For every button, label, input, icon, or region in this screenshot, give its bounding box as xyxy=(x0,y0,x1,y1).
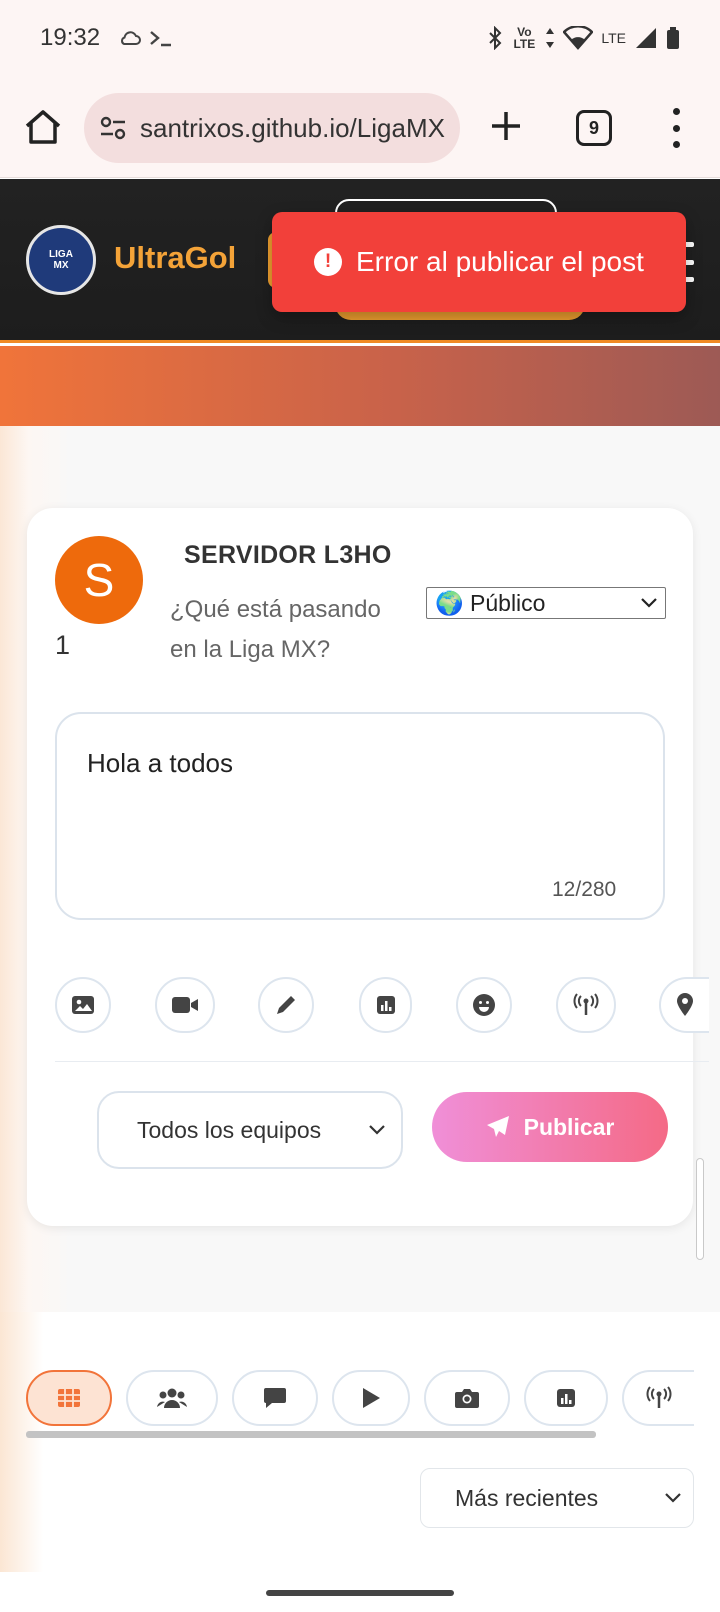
privacy-value: 🌍 Público xyxy=(435,589,546,616)
brand-title[interactable]: UltraGol xyxy=(114,240,236,276)
post-text[interactable]: Hola a todos xyxy=(87,748,233,778)
username: SERVIDOR L3HO xyxy=(184,541,392,569)
add-video-button[interactable] xyxy=(155,977,215,1033)
browser-menu-button[interactable] xyxy=(664,108,688,148)
filter-all-chip[interactable] xyxy=(26,1370,112,1426)
publish-label: Publicar xyxy=(523,1113,615,1140)
feed-background xyxy=(0,1312,720,1572)
send-icon xyxy=(486,1116,509,1137)
users-icon xyxy=(157,1388,187,1408)
team-select[interactable]: Todos los equipos xyxy=(97,1091,403,1169)
filter-community-chip[interactable] xyxy=(126,1370,218,1426)
comment-icon xyxy=(264,1388,286,1408)
add-poll-button[interactable] xyxy=(359,977,412,1033)
add-emoji-button[interactable] xyxy=(456,977,512,1033)
url-bar[interactable]: santrixos.github.io/LigaMX xyxy=(84,93,460,163)
broadcast-icon xyxy=(646,1386,672,1408)
new-tab-icon[interactable] xyxy=(488,108,524,144)
camera-icon xyxy=(455,1389,479,1408)
video-icon xyxy=(172,997,198,1013)
char-counter: 12/280 xyxy=(552,878,617,901)
chevron-down-icon xyxy=(665,1493,681,1503)
add-location-button[interactable] xyxy=(659,977,709,1033)
filter-comments-chip[interactable] xyxy=(232,1370,318,1426)
chevron-down-icon xyxy=(369,1125,385,1135)
bluetooth-icon xyxy=(489,26,502,50)
composer-prompt: ¿Qué está pasando en la Liga MX? xyxy=(170,596,381,663)
data-arrows-icon xyxy=(546,28,555,48)
chevron-down-icon xyxy=(641,598,657,608)
grid-icon xyxy=(58,1389,80,1407)
live-button[interactable] xyxy=(556,977,616,1033)
add-image-button[interactable] xyxy=(55,977,111,1033)
sort-value: Más recientes xyxy=(455,1484,599,1511)
tab-count: 9 xyxy=(588,117,599,138)
scrollbar-thumb[interactable] xyxy=(696,1158,704,1260)
status-left-icons xyxy=(118,24,174,50)
team-select-value: Todos los equipos xyxy=(137,1116,322,1143)
gesture-home-indicator[interactable] xyxy=(266,1590,454,1596)
chips-scrollbar[interactable] xyxy=(26,1431,596,1438)
privacy-select[interactable]: 🌍 Público xyxy=(426,587,666,619)
pen-icon xyxy=(277,996,295,1014)
status-right-icons: Vo LTE LTE xyxy=(487,26,680,50)
play-icon xyxy=(363,1388,380,1408)
filter-live-chip[interactable] xyxy=(622,1370,694,1426)
draw-button[interactable] xyxy=(258,977,314,1033)
chart-icon xyxy=(557,1389,575,1407)
lte-label: LTE xyxy=(601,30,626,46)
site-settings-icon[interactable] xyxy=(98,113,128,143)
avatar-count: 1 xyxy=(55,630,71,660)
url-text[interactable]: santrixos.github.io/LigaMX xyxy=(140,113,445,144)
filter-polls-chip[interactable] xyxy=(524,1370,608,1426)
tab-switcher-button[interactable]: 9 xyxy=(576,110,612,146)
battery-icon xyxy=(667,27,679,49)
publish-button[interactable]: Publicar xyxy=(432,1092,668,1162)
liga-mx-logo[interactable]: LIGA MX xyxy=(26,225,96,295)
location-icon xyxy=(677,993,693,1016)
emoji-icon xyxy=(473,994,495,1016)
chart-icon xyxy=(376,996,395,1014)
wifi-icon xyxy=(563,26,594,50)
sort-select[interactable]: Más recientes xyxy=(420,1468,694,1528)
broadcast-icon xyxy=(573,993,599,1015)
image-icon xyxy=(72,996,94,1014)
composer-divider xyxy=(55,1061,709,1062)
home-icon[interactable] xyxy=(22,106,64,148)
cloud-icon xyxy=(121,31,141,46)
hero-banner xyxy=(0,346,720,426)
alert-icon: ! xyxy=(314,248,342,276)
filter-photos-chip[interactable] xyxy=(424,1370,510,1426)
volte-icon: Vo LTE xyxy=(513,25,536,51)
status-time: 19:32 xyxy=(40,24,101,51)
error-toast: ! Error al publicar el post xyxy=(272,212,686,312)
filter-videos-chip[interactable] xyxy=(332,1370,410,1426)
avatar[interactable]: S xyxy=(55,536,143,624)
lte-signal-icon xyxy=(636,28,656,48)
terminal-icon xyxy=(150,31,172,47)
toast-message: Error al publicar el post xyxy=(356,246,644,277)
